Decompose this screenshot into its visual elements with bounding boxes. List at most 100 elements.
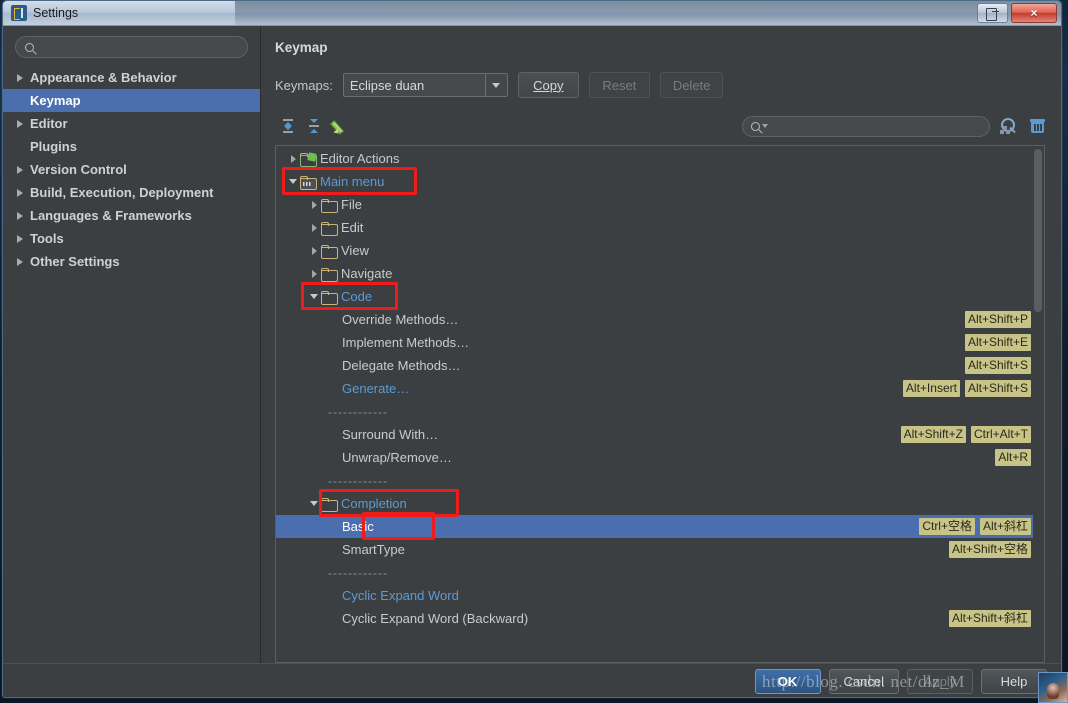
chevron-right-icon[interactable] (13, 119, 27, 128)
tree-row[interactable]: Edit (276, 216, 1033, 239)
find-by-shortcut-icon[interactable] (1000, 118, 1018, 134)
tree-row[interactable]: Cyclic Expand Word (Backward) Alt+Shift+斜… (276, 607, 1033, 630)
chevron-right-icon[interactable] (13, 188, 27, 197)
folder-menu-icon (300, 175, 317, 190)
collapse-all-button[interactable] (301, 116, 327, 136)
expand-all-button[interactable] (275, 116, 301, 136)
separator-label: ------------ (328, 565, 388, 580)
keymap-search-box[interactable] (742, 115, 990, 137)
chevron-down-icon[interactable] (307, 501, 321, 506)
shortcut-list: Alt+R (995, 449, 1031, 466)
tree-row[interactable]: Implement Methods… Alt+Shift+E (276, 331, 1033, 354)
tree-row[interactable]: View (276, 239, 1033, 262)
tree-row-label: Implement Methods… (342, 335, 470, 350)
sidebar-item-keymap[interactable]: Keymap (3, 89, 260, 112)
shortcut-badge: Ctrl+Alt+T (970, 426, 1031, 443)
keymap-tree-toolbar (275, 113, 1045, 139)
tree-row[interactable]: File (276, 193, 1033, 216)
restore-icon (986, 7, 999, 21)
tree-row[interactable]: SmartType Alt+Shift+空格 (276, 538, 1033, 561)
tree-scrollbar[interactable] (1033, 147, 1043, 661)
tree-row[interactable]: Surround With… Alt+Shift+Z Ctrl+Alt+T (276, 423, 1033, 446)
sidebar-item-languages-frameworks[interactable]: Languages & Frameworks (3, 204, 260, 227)
search-input[interactable] (40, 40, 238, 54)
tree-separator: ------------ (276, 561, 1033, 584)
copy-button[interactable]: Copy (517, 72, 579, 98)
tree-row-label: Delegate Methods… (342, 358, 461, 373)
shortcut-badge: Alt+斜杠 (979, 518, 1031, 535)
close-icon: × (1030, 6, 1038, 20)
chevron-down-icon[interactable] (762, 124, 768, 128)
chevron-right-icon[interactable] (13, 73, 27, 82)
chevron-down-icon[interactable] (307, 294, 321, 299)
tree-row[interactable]: Main menu (276, 170, 1033, 193)
chevron-right-icon[interactable] (286, 154, 300, 163)
shortcut-list: Alt+Shift+斜杠 (948, 610, 1031, 627)
shortcut-badge: Alt+R (995, 449, 1031, 466)
keymap-combobox[interactable]: Eclipse duan (342, 73, 508, 97)
chevron-right-icon[interactable] (13, 234, 27, 243)
tree-row-label: Editor Actions (320, 151, 400, 166)
chevron-right-icon[interactable] (13, 165, 27, 174)
search-icon (25, 42, 34, 52)
shortcut-badge: Alt+Shift+S (964, 380, 1031, 397)
tree-row-label: Surround With… (342, 427, 439, 442)
sidebar-item-label: Other Settings (30, 254, 120, 269)
trash-icon[interactable] (1030, 118, 1045, 134)
sidebar-item-other-settings[interactable]: Other Settings (3, 250, 260, 273)
chevron-right-icon[interactable] (13, 257, 27, 266)
delete-button[interactable]: Delete (659, 72, 724, 98)
tree-row[interactable]: Code (276, 285, 1033, 308)
tree-row[interactable]: Completion (276, 492, 1033, 515)
keymaps-label: Keymaps: (275, 77, 333, 93)
ok-button[interactable]: OK (754, 669, 821, 694)
tree-row-label: Cyclic Expand Word (Backward) (342, 611, 529, 626)
shortcut-badge: Alt+Shift+S (964, 357, 1031, 374)
folder-icon (321, 290, 338, 305)
tree-row-label: Main menu (320, 174, 385, 189)
tree-row[interactable]: Basic Ctrl+空格 Alt+斜杠 (276, 515, 1033, 538)
chevron-down-icon[interactable] (484, 74, 507, 96)
sidebar-item-build-execution-deployment[interactable]: Build, Execution, Deployment (3, 181, 260, 204)
sidebar-search-box[interactable] (15, 36, 248, 58)
chevron-right-icon[interactable] (13, 211, 27, 220)
chevron-right-icon[interactable] (307, 223, 321, 232)
tree-row[interactable]: Delegate Methods… Alt+Shift+S (276, 354, 1033, 377)
tree-row[interactable]: Editor Actions (276, 147, 1033, 170)
dialog-footer: OK Cancel Apply Help (3, 663, 1061, 697)
restore-button[interactable] (977, 3, 1008, 23)
tree-row-label: Code (341, 289, 373, 304)
shortcut-list: Alt+Shift+S (964, 357, 1031, 374)
sidebar-item-editor[interactable]: Editor (3, 112, 260, 135)
tree-row[interactable]: Unwrap/Remove… Alt+R (276, 446, 1033, 469)
folder-icon (321, 244, 338, 259)
reset-button[interactable]: Reset (588, 72, 650, 98)
folder-icon (321, 497, 338, 512)
sidebar-item-tools[interactable]: Tools (3, 227, 260, 250)
apply-button[interactable]: Apply (907, 669, 973, 694)
chevron-right-icon[interactable] (307, 200, 321, 209)
folder-icon (321, 267, 338, 282)
sidebar-item-label: Plugins (30, 139, 77, 154)
expand-all-icon (281, 119, 295, 133)
close-button[interactable]: × (1011, 3, 1057, 23)
sidebar-item-plugins[interactable]: Plugins (3, 135, 260, 158)
shortcut-list: Alt+Insert Alt+Shift+S (902, 380, 1031, 397)
chevron-right-icon[interactable] (307, 269, 321, 278)
edit-shortcut-button[interactable] (327, 116, 353, 136)
sidebar-item-label: Keymap (30, 93, 81, 108)
tree-row[interactable]: Navigate (276, 262, 1033, 285)
chevron-right-icon[interactable] (307, 246, 321, 255)
cancel-button[interactable]: Cancel (828, 669, 899, 694)
folder-icon (321, 198, 338, 213)
tree-scrollbar-thumb[interactable] (1034, 149, 1042, 312)
sidebar-item-version-control[interactable]: Version Control (3, 158, 260, 181)
chevron-down-icon[interactable] (286, 179, 300, 184)
sidebar-item-appearance-behavior[interactable]: Appearance & Behavior (3, 66, 260, 89)
edit-pencil-icon (333, 119, 348, 134)
tree-row[interactable]: Generate… Alt+Insert Alt+Shift+S (276, 377, 1033, 400)
tree-row[interactable]: Override Methods… Alt+Shift+P (276, 308, 1033, 331)
keymap-search-input[interactable] (774, 119, 981, 133)
tree-row[interactable]: Cyclic Expand Word (276, 584, 1033, 607)
shortcut-list: Alt+Shift+Z Ctrl+Alt+T (900, 426, 1031, 443)
